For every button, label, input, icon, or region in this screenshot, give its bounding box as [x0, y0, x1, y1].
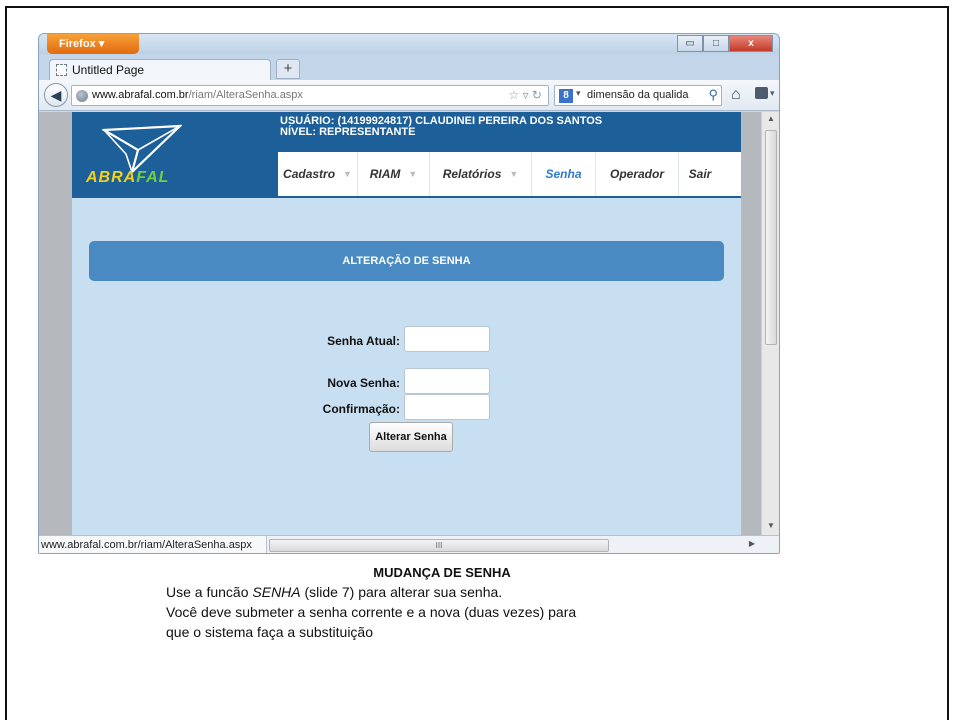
url-bar[interactable]: www.abrafal.com.br/riam/AlteraSenha.aspx… [71, 85, 549, 106]
menu-item-relatorios[interactable]: Relatórios ▼ [430, 152, 532, 196]
scroll-down-icon[interactable]: ▼ [762, 521, 779, 533]
search-input[interactable]: dimensão da qualida [587, 89, 689, 101]
scroll-right-icon[interactable]: ▶ [749, 539, 755, 548]
firefox-menu-button[interactable]: Firefox ▾ [47, 34, 139, 54]
confirm-password-input[interactable] [404, 394, 490, 420]
new-password-input[interactable] [404, 368, 490, 394]
status-bar: www.abrafal.com.br/riam/AlteraSenha.aspx… [39, 535, 779, 553]
site-logo-text[interactable]: ABRAFAL [86, 169, 169, 187]
user-level-line: NÍVEL: REPRESENTANTE [280, 126, 416, 138]
navigation-bar: ◀ www.abrafal.com.br/riam/AlteraSenha.as… [39, 80, 779, 111]
menu-item-sair[interactable]: Sair [679, 152, 721, 196]
web-page: ABRAFAL USUÁRIO: (14199924817) CLAUDINEI… [72, 112, 741, 535]
caption-line-2: Você deve submeter a senha corrente e a … [166, 604, 577, 620]
home-icon[interactable]: ⌂ [731, 86, 741, 104]
caption-line-3: que o sistema faça a substituição [166, 624, 374, 640]
change-password-button[interactable]: Alterar Senha [369, 422, 453, 452]
search-icon[interactable]: ⚲ [708, 87, 718, 103]
tab-bar: Untitled Page + [39, 54, 779, 80]
current-password-input[interactable] [404, 326, 490, 352]
current-password-label: Senha Atual: [327, 334, 400, 348]
bookmark-star-icon[interactable]: ☆ ▿ ↻ [508, 88, 542, 102]
page-icon [56, 64, 67, 76]
menu-item-senha[interactable]: Senha [532, 152, 596, 196]
site-header: ABRAFAL USUÁRIO: (14199924817) CLAUDINEI… [72, 112, 741, 198]
user-info: USUÁRIO: (14199924817) CLAUDINEI PEREIRA… [280, 116, 602, 138]
title-bar: Firefox ▾ ▭ □ x [39, 34, 779, 54]
back-arrow-icon[interactable]: ◀ [44, 83, 68, 107]
status-url: www.abrafal.com.br/riam/AlteraSenha.aspx [39, 536, 267, 553]
section-banner: ALTERAÇÃO DE SENHA [89, 241, 724, 281]
main-menu: Cadastro ▼ RIAM ▼ Relatórios ▼ Senha Operad… [278, 152, 741, 196]
url-path: /riam/AlteraSenha.aspx [188, 89, 303, 101]
scrollbar-thumb[interactable] [765, 130, 777, 345]
menu-item-riam[interactable]: RIAM ▼ [358, 152, 430, 196]
new-password-label: Nova Senha: [327, 376, 400, 390]
caption-title: MUDANÇA DE SENHA [373, 565, 511, 580]
search-engine-icon[interactable]: 8 [559, 89, 573, 103]
menu-item-operador[interactable]: Operador [596, 152, 679, 196]
paper-plane-logo-icon [102, 124, 182, 174]
browser-window: Firefox ▾ ▭ □ x Untitled Page + ◀ www.ab… [38, 33, 780, 554]
maximize-button[interactable]: □ [703, 35, 729, 52]
close-button[interactable]: x [729, 35, 773, 52]
chevron-down-icon: ▼ [509, 169, 519, 179]
globe-icon [76, 90, 88, 102]
search-bar[interactable]: 8 ▾ dimensão da qualida ⚲ [554, 85, 722, 106]
menu-item-cadastro[interactable]: Cadastro ▼ [278, 152, 358, 196]
minimize-button[interactable]: ▭ [677, 35, 703, 52]
tab-title: Untitled Page [72, 63, 145, 77]
chevron-down-icon[interactable]: ▾ [770, 88, 775, 99]
url-domain: www.abrafal.com.br [92, 89, 189, 101]
chevron-down-icon: ▼ [408, 169, 418, 179]
scroll-up-icon[interactable]: ▲ [762, 114, 779, 126]
vertical-scrollbar[interactable]: ▲ ▼ [761, 112, 779, 535]
new-tab-button[interactable]: + [276, 59, 300, 79]
caption-line-1: Use a funcão SENHA (slide 7) para altera… [166, 584, 503, 600]
chevron-down-icon: ▼ [343, 169, 352, 179]
page-viewport: ABRAFAL USUÁRIO: (14199924817) CLAUDINEI… [39, 112, 761, 535]
chevron-down-icon[interactable]: ▾ [576, 88, 581, 99]
confirm-password-label: Confirmação: [322, 402, 400, 416]
tab-untitled-page[interactable]: Untitled Page [49, 59, 271, 80]
horizontal-scrollbar[interactable]: III [269, 539, 609, 552]
bookmarks-icon[interactable] [755, 87, 768, 99]
window-controls: ▭ □ x [677, 35, 773, 52]
